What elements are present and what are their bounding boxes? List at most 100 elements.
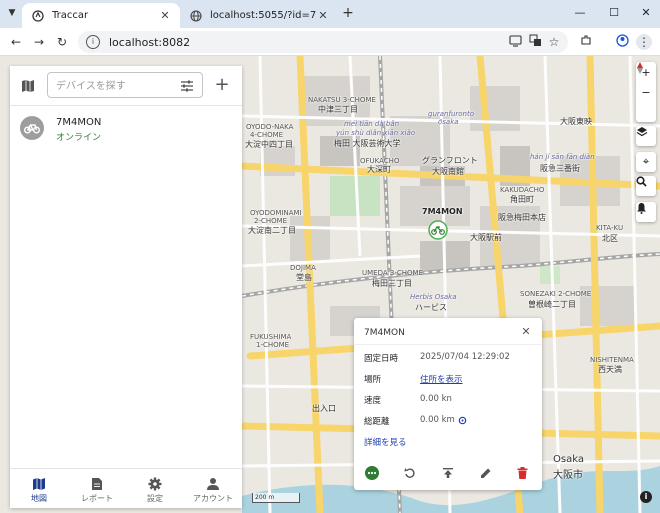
- map-label: méi tiān dà bǎn: [344, 120, 400, 128]
- show-address-link[interactable]: 住所を表示: [420, 373, 463, 385]
- settings-small-icon[interactable]: [458, 416, 467, 425]
- url-text: localhost:8082: [109, 35, 191, 49]
- tab-close-icon[interactable]: ✕: [316, 9, 330, 23]
- nav-label: 地図: [31, 494, 47, 503]
- popup-row-fix-time: 固定日時 2025/07/04 12:29:02: [364, 352, 534, 364]
- new-tab-button[interactable]: +: [341, 6, 355, 20]
- popup-title: 7M4MON: [364, 328, 405, 338]
- map-label: NISHITENMA: [590, 356, 634, 364]
- more-details-link[interactable]: 詳細を見る: [364, 436, 407, 448]
- tab-search-icon[interactable]: ▼: [5, 6, 19, 20]
- globe-icon: [190, 9, 202, 22]
- map-label: yún shù diǎn xiān xiǎo: [336, 129, 416, 137]
- map-label: 曽根崎二丁目: [528, 300, 576, 309]
- attribution-info-icon[interactable]: i: [640, 491, 652, 503]
- maximize-button[interactable]: ☐: [606, 5, 622, 21]
- map-label: Osaka: [553, 454, 584, 465]
- popup-row-value: 2025/07/04 12:29:02: [420, 352, 510, 362]
- bell-icon[interactable]: [636, 202, 656, 222]
- tab-close-icon[interactable]: ✕: [158, 9, 172, 23]
- device-list-item[interactable]: 7M4MON オンライン: [10, 114, 242, 146]
- map-label: 大淀南二丁目: [248, 226, 296, 235]
- profile-icon[interactable]: [614, 34, 630, 50]
- map-label: NAKATSU 3-CHOME: [308, 96, 376, 104]
- tab-strip: ▼ Traccar ✕ localhost:5055/?id=7M4MON&..…: [0, 0, 660, 28]
- nav-account[interactable]: アカウント: [184, 469, 242, 509]
- extensions-icon[interactable]: [578, 34, 594, 50]
- popup-row-speed: 速度 0.00 kn: [364, 394, 534, 406]
- gear-icon: [148, 477, 162, 491]
- site-info-icon[interactable]: i: [86, 35, 100, 49]
- locate-icon[interactable]: ⌖: [636, 152, 656, 172]
- bookmark-star-icon[interactable]: ☆: [546, 34, 562, 50]
- tab-localhost-5055[interactable]: localhost:5055/?id=7M4MON&... ✕: [180, 3, 338, 28]
- minimize-button[interactable]: —: [572, 5, 588, 21]
- map-label: OYODOMINAMI: [250, 209, 302, 217]
- map-label: 大阪駅前: [470, 233, 502, 242]
- nav-settings[interactable]: 設定: [126, 469, 184, 509]
- map-label: 北区: [602, 234, 618, 243]
- address-bar[interactable]: i localhost:8082: [78, 31, 568, 53]
- map-label: 大阪東映: [560, 117, 592, 126]
- map-label: 阪急三番街: [540, 164, 580, 173]
- device-popup: 7M4MON ✕ 固定日時 2025/07/04 12:29:02 場所 住所を…: [354, 318, 542, 490]
- edit-device-button[interactable]: [478, 465, 494, 481]
- back-arrow-icon[interactable]: ←: [8, 34, 24, 50]
- tune-filter-icon[interactable]: [180, 78, 196, 94]
- locate-control: ⌖: [636, 152, 656, 172]
- compass-icon[interactable]: [636, 62, 656, 122]
- replay-icon: [404, 468, 415, 478]
- edit-pencil-icon: [481, 468, 491, 478]
- traccar-favicon-icon: [32, 9, 44, 22]
- map-label: SONEZAKI 2-CHOME: [520, 290, 592, 298]
- more-actions-button[interactable]: [364, 465, 380, 481]
- publish-icon: [443, 468, 453, 478]
- map-label: 梅田三丁目: [372, 279, 412, 288]
- popup-row-key: 固定日時: [364, 354, 399, 364]
- layers-icon[interactable]: [636, 126, 656, 146]
- send-command-button[interactable]: [440, 465, 456, 481]
- map-view-icon[interactable]: [20, 78, 36, 94]
- bottom-navigation: 地図 レポート 設定 アカウント: [10, 468, 242, 508]
- map-label: DOJIMA: [290, 264, 316, 272]
- zoom-out-button[interactable]: −: [636, 82, 656, 102]
- map-label: OYODO-NAKA: [246, 123, 294, 131]
- search-icon[interactable]: [636, 176, 656, 196]
- map-label: 梅田 大阪芸術大学: [334, 139, 401, 148]
- close-window-button[interactable]: ✕: [638, 5, 654, 21]
- popup-row-key: 場所: [364, 375, 382, 385]
- nav-label: アカウント: [193, 494, 233, 503]
- close-icon[interactable]: ✕: [520, 326, 532, 338]
- map-label: 大阪南館: [432, 167, 464, 176]
- device-search-input[interactable]: [56, 78, 174, 94]
- device-marker-label[interactable]: 7M4MON: [422, 207, 463, 216]
- map-label: guranfuronto: [428, 110, 475, 118]
- nav-label: 設定: [147, 494, 163, 503]
- browser-menu-icon[interactable]: ⋮: [636, 34, 652, 50]
- zoom-controls: + −: [636, 62, 656, 122]
- install-app-icon[interactable]: [507, 35, 523, 51]
- tab-traccar[interactable]: Traccar ✕: [22, 3, 180, 28]
- forward-arrow-icon[interactable]: →: [31, 34, 47, 50]
- popup-row-key: 速度: [364, 396, 382, 406]
- report-icon: [92, 478, 102, 490]
- reload-icon[interactable]: ↻: [54, 34, 70, 50]
- nav-label: レポート: [81, 494, 113, 503]
- popup-row-key: 総距離: [364, 417, 390, 427]
- nav-reports[interactable]: レポート: [68, 469, 126, 509]
- replay-button[interactable]: [402, 465, 418, 481]
- device-name: 7M4MON: [56, 117, 102, 128]
- add-device-button[interactable]: +: [212, 75, 232, 95]
- map-label: 4-CHOME: [250, 131, 284, 139]
- nav-map[interactable]: 地図: [10, 469, 68, 509]
- map-label: 1-CHOME: [256, 341, 290, 349]
- device-search-row: +: [10, 66, 242, 106]
- delete-device-button[interactable]: [514, 465, 530, 481]
- map-label: KAKUDACHO: [500, 186, 545, 194]
- avatar: [20, 116, 44, 140]
- map-label: UMEDA 3-CHOME: [362, 269, 423, 277]
- popup-actions: [354, 463, 542, 483]
- bicycle-icon: [24, 124, 40, 134]
- device-search-box: [47, 72, 203, 98]
- translate-icon[interactable]: [527, 34, 543, 50]
